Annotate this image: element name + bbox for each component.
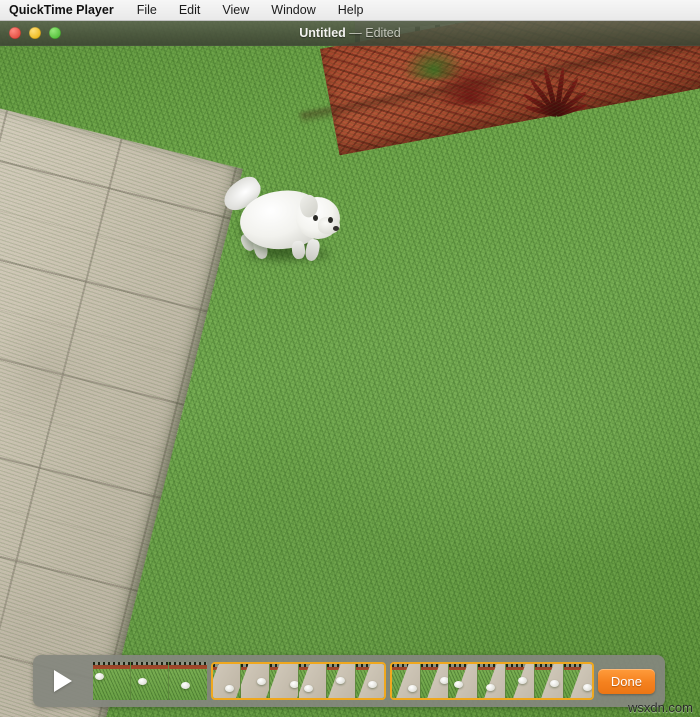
filmstrip-thumbnail[interactable] <box>93 662 131 700</box>
traffic-lights <box>9 27 61 39</box>
window-title-name: Untitled <box>299 26 346 40</box>
menu-item-window[interactable]: Window <box>260 0 326 21</box>
trim-segment[interactable] <box>93 662 207 700</box>
filmstrip-thumbnail[interactable] <box>327 664 356 698</box>
menu-item-edit[interactable]: Edit <box>168 0 212 21</box>
video-canvas[interactable] <box>0 21 700 717</box>
site-watermark: wsxdn.com <box>627 700 693 715</box>
filmstrip-thumbnail[interactable] <box>449 664 478 698</box>
close-button-icon[interactable] <box>9 27 21 39</box>
running-dog <box>218 172 348 265</box>
filmstrip-thumbnail[interactable] <box>506 664 535 698</box>
window-title: Untitled — Edited <box>0 26 700 40</box>
menu-app-name[interactable]: QuickTime Player <box>0 0 126 21</box>
thumbnail-dog <box>257 677 267 685</box>
trim-segment-selected[interactable] <box>210 662 387 700</box>
filmstrip-thumbnail[interactable] <box>420 664 450 698</box>
thumbnail-dog <box>289 681 298 689</box>
filmstrip-thumbnail[interactable] <box>477 664 507 698</box>
menu-bar: QuickTime Player File Edit View Window H… <box>0 0 700 21</box>
play-button[interactable] <box>33 655 93 707</box>
quicktime-player-screen: QuickTime Player File Edit View Window H… <box>0 0 700 717</box>
filmstrip-thumbnail[interactable] <box>298 664 328 698</box>
filmstrip-thumbnail[interactable] <box>131 662 169 700</box>
filmstrip-thumbnail[interactable] <box>269 664 299 698</box>
trim-filmstrip[interactable] <box>93 661 594 701</box>
thumbnail-dog <box>518 676 528 684</box>
menu-item-file[interactable]: File <box>126 0 168 21</box>
grass-texture-overlay <box>0 21 700 717</box>
thumbnail-dog <box>303 685 313 693</box>
trim-segment-selected[interactable] <box>389 662 594 700</box>
filmstrip-thumbnail[interactable] <box>241 664 270 698</box>
thumbnail-dog <box>138 677 148 685</box>
play-triangle-icon <box>54 670 72 692</box>
window-title-separator: — <box>349 26 362 40</box>
thumbnail-dog <box>453 680 463 688</box>
filmstrip-thumbnail[interactable] <box>212 664 242 698</box>
done-button[interactable]: Done <box>597 668 655 694</box>
trim-control-bar: Done <box>33 655 665 707</box>
menu-item-help[interactable]: Help <box>327 0 375 21</box>
thumbnail-dog <box>583 684 592 692</box>
window-edited-badge: Edited <box>365 26 401 40</box>
menu-item-view[interactable]: View <box>211 0 260 21</box>
window-title-bar[interactable]: Untitled — Edited <box>0 21 700 46</box>
thumbnail-dog <box>439 676 449 684</box>
filmstrip-thumbnail[interactable] <box>169 662 207 700</box>
filmstrip-thumbnail[interactable] <box>391 664 421 698</box>
thumbnail-dog <box>181 681 191 689</box>
player-window: Untitled — Edited Done <box>0 21 700 717</box>
filmstrip-thumbnail[interactable] <box>563 664 592 698</box>
thumbnail-dog <box>407 684 417 692</box>
minimize-button-icon[interactable] <box>29 27 41 39</box>
zoom-button-icon[interactable] <box>49 27 61 39</box>
filmstrip-thumbnail[interactable] <box>355 664 385 698</box>
filmstrip-thumbnail[interactable] <box>535 664 564 698</box>
